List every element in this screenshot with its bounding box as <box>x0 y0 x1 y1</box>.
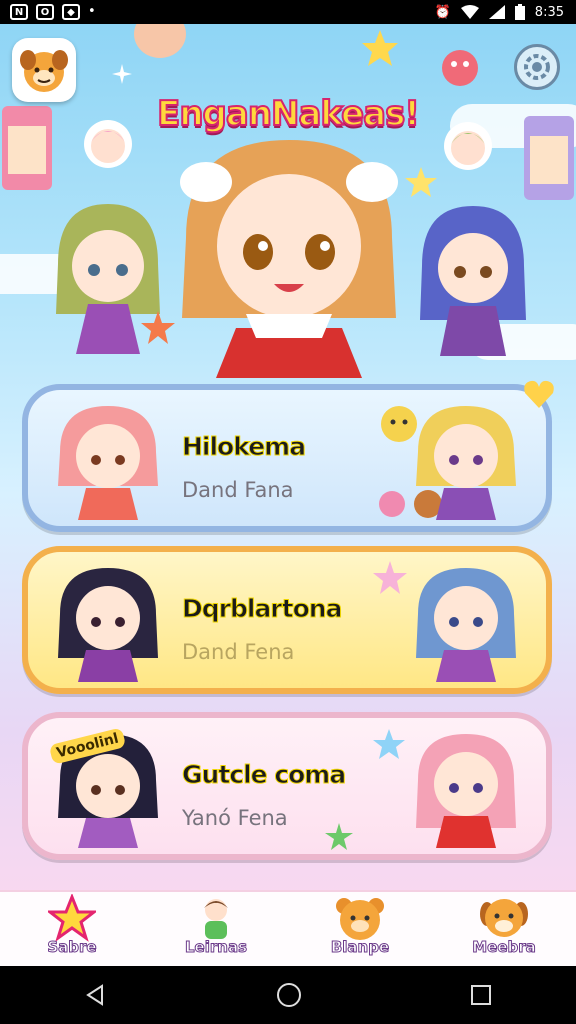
card-character-avatar <box>58 568 158 682</box>
card-character-avatar <box>416 406 516 520</box>
bottom-navigation: Sabre Leirnas Blanpe Meebra <box>0 890 576 966</box>
nav-label: Sabre <box>47 938 97 957</box>
star-decoration <box>362 30 398 66</box>
sparkle-icon <box>112 64 132 84</box>
recent-apps-icon[interactable] <box>470 984 492 1006</box>
status-bar: N O ◆ • ⏰ 8:35 <box>0 0 576 24</box>
app-screen: EnganNakeas! Hilokema Dand Fana Dqrblart… <box>0 24 576 966</box>
notification-icon: ◆ <box>62 4 80 20</box>
settings-icon <box>524 54 550 80</box>
signal-icon <box>488 5 505 19</box>
card-title: Gutcle coma <box>181 760 346 790</box>
back-icon[interactable] <box>84 983 108 1007</box>
menu-card-1[interactable]: Hilokema Dand Fana <box>22 384 552 532</box>
wifi-icon <box>460 5 479 19</box>
dot-icon: • <box>88 4 96 19</box>
photo-frame-decoration <box>2 106 52 190</box>
card-subtitle: Dand Fena <box>182 640 295 664</box>
clock-time: 8:35 <box>534 4 564 20</box>
card-subtitle: Dand Fana <box>182 478 294 502</box>
settings-button[interactable] <box>514 44 560 90</box>
menu-card-2[interactable]: Dqrblartona Dand Fena <box>22 546 552 694</box>
card-title: Hilokema <box>181 432 306 462</box>
dog-face-icon <box>20 50 68 92</box>
card-character-avatar <box>416 734 516 848</box>
nav-item-leirnas[interactable]: Leirnas <box>144 892 288 966</box>
alarm-icon: ⏰ <box>434 4 451 20</box>
battery-icon <box>514 4 525 20</box>
card-subtitle: Yanó Fena <box>182 806 288 830</box>
nav-item-blanpe[interactable]: Blanpe <box>288 892 432 966</box>
photo-frame-decoration <box>524 116 574 200</box>
character-sticker <box>84 120 132 168</box>
star-decoration <box>373 729 405 759</box>
character-sticker <box>444 122 492 170</box>
card-character-avatar <box>416 568 516 682</box>
character-icon <box>204 899 228 939</box>
card-title: Dqrblartona <box>181 594 342 624</box>
jelly-decoration <box>442 50 478 86</box>
nav-label: Blanpe <box>330 938 390 957</box>
notification-icon: O <box>36 4 54 20</box>
menu-card-3[interactable]: Vooolinl Gutcle coma Yanó Fena <box>22 712 552 860</box>
card-character-avatar <box>58 406 158 520</box>
star-decoration <box>141 311 175 344</box>
nav-label: Meebra <box>472 938 537 957</box>
home-icon[interactable] <box>276 982 302 1008</box>
dog-icon <box>480 899 528 937</box>
nav-item-meebra[interactable]: Meebra <box>432 892 576 966</box>
star-decoration <box>325 823 353 850</box>
notification-icon: N <box>10 4 28 20</box>
balloon-decoration <box>134 24 186 58</box>
star-decoration <box>373 561 407 594</box>
heart-icon <box>524 380 554 408</box>
system-navigation-bar <box>0 966 576 1024</box>
hero-character-center <box>180 140 398 378</box>
nav-item-sabre[interactable]: Sabre <box>0 892 144 966</box>
bear-icon <box>336 898 384 940</box>
app-logo-button[interactable] <box>12 38 76 102</box>
star-icon <box>48 894 96 942</box>
hero-character-right <box>420 206 526 356</box>
nav-label: Leirnas <box>185 938 248 957</box>
